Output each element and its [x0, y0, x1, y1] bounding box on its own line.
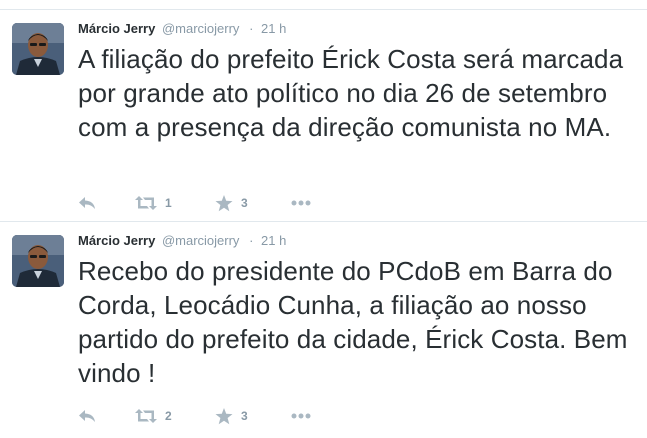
reply-button[interactable]	[78, 406, 96, 426]
retweet-icon	[135, 409, 157, 423]
retweet-button[interactable]: 1	[135, 193, 172, 213]
more-dots-icon	[291, 413, 311, 419]
retweet-count: 1	[165, 196, 172, 210]
favorite-button[interactable]: 3	[215, 406, 248, 426]
reply-icon	[78, 409, 96, 423]
tweet-header: Márcio Jerry @marciojerry · 21 h	[78, 232, 286, 250]
star-icon	[215, 407, 233, 425]
avatar[interactable]	[12, 235, 64, 287]
author-handle[interactable]: @marciojerry	[162, 233, 239, 248]
retweet-button[interactable]: 2	[135, 406, 172, 426]
more-button[interactable]	[291, 193, 311, 213]
tweet-text: A filiação do prefeito Érick Costa será …	[78, 44, 624, 142]
tweet[interactable]: Márcio Jerry @marciojerry · 21 h Recebo …	[0, 221, 647, 438]
tweet-timestamp[interactable]: 21 h	[261, 21, 286, 36]
tweet-timestamp[interactable]: 21 h	[261, 233, 286, 248]
header-separator: ·	[249, 21, 254, 36]
favorite-count: 3	[241, 409, 248, 423]
reply-icon	[78, 196, 96, 210]
author-handle[interactable]: @marciojerry	[162, 21, 239, 36]
tweet-actions: 2 3	[78, 406, 378, 426]
more-button[interactable]	[291, 406, 311, 426]
tweet[interactable]: Márcio Jerry @marciojerry · 21 h A filia…	[0, 9, 647, 221]
tweet-header: Márcio Jerry @marciojerry · 21 h	[78, 20, 286, 38]
retweet-count: 2	[165, 409, 172, 423]
more-dots-icon	[291, 200, 311, 206]
author-name[interactable]: Márcio Jerry	[78, 233, 155, 248]
tweet-actions: 1 3	[78, 193, 378, 213]
tweet-text: Recebo do presidente do PCdoB em Barra d…	[78, 256, 628, 388]
star-icon	[215, 194, 233, 212]
timeline: Márcio Jerry @marciojerry · 21 h A filia…	[0, 0, 647, 438]
avatar[interactable]	[12, 23, 64, 75]
favorite-count: 3	[241, 196, 248, 210]
retweet-icon	[135, 196, 157, 210]
reply-button[interactable]	[78, 193, 96, 213]
favorite-button[interactable]: 3	[215, 193, 248, 213]
author-name[interactable]: Márcio Jerry	[78, 21, 155, 36]
header-separator: ·	[249, 233, 254, 248]
